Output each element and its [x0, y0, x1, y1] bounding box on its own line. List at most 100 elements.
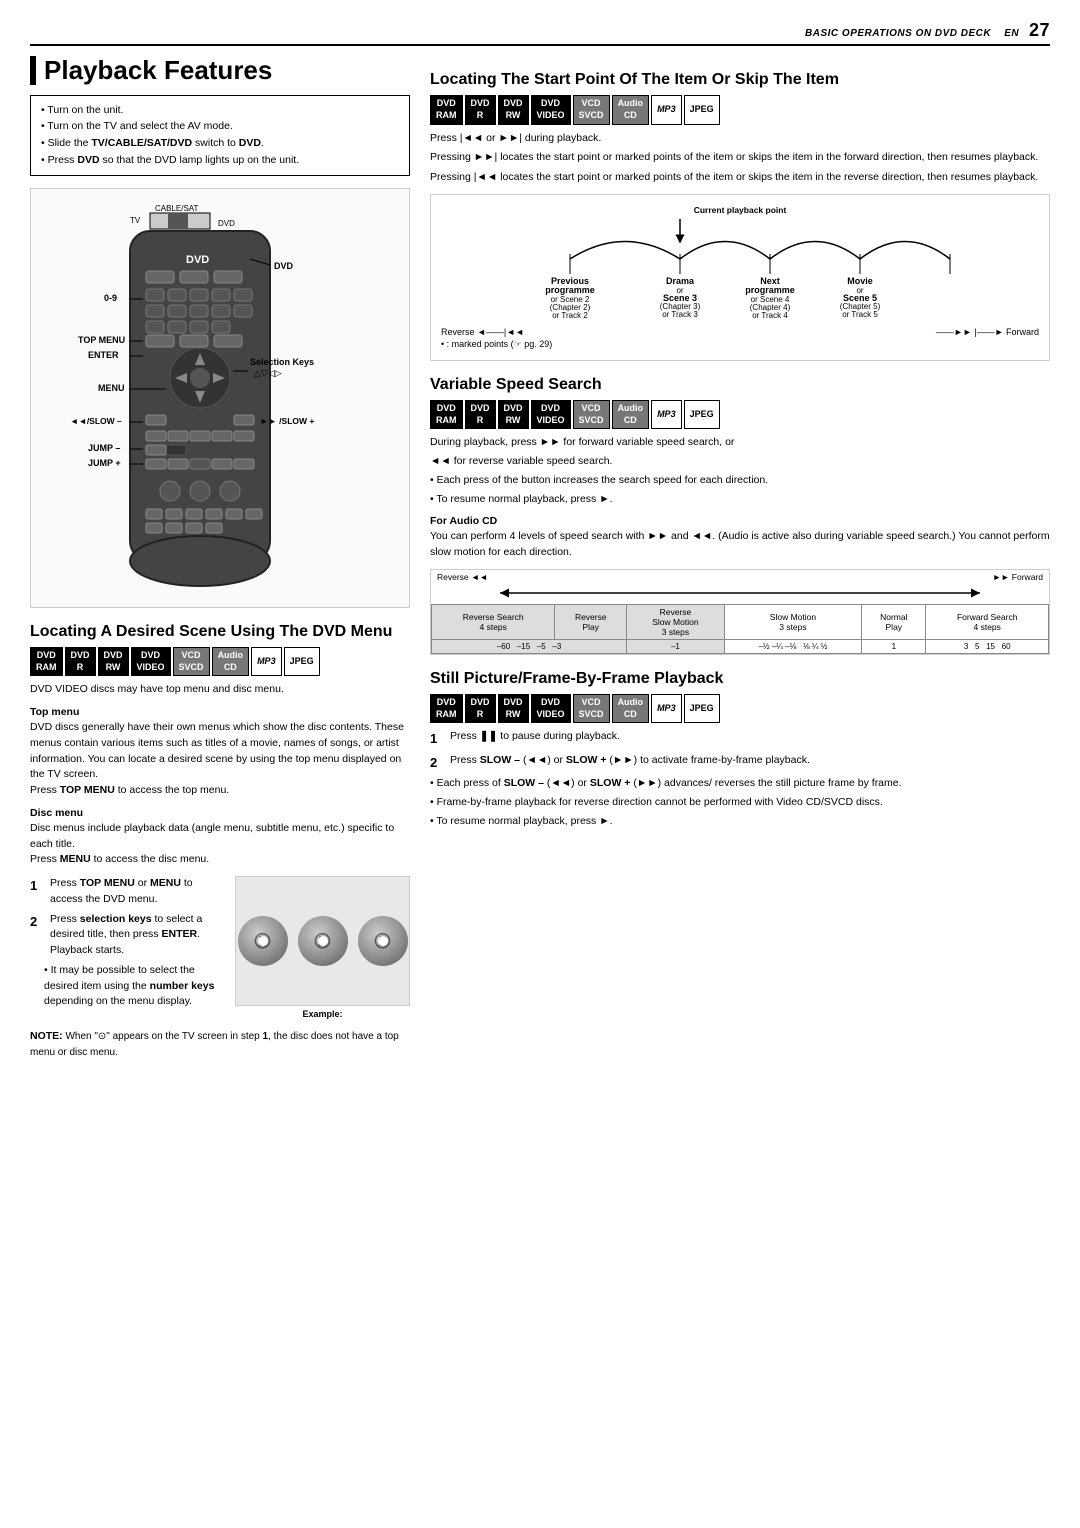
- vs-badge-dvd-video: DVDVIDEO: [531, 400, 571, 429]
- speed-forward-label: ►► Forward: [993, 572, 1043, 582]
- badge-mp3: MP3: [251, 647, 282, 676]
- header-bar: BASIC OPERATIONS ON DVD DECK EN 27: [30, 20, 1050, 46]
- steps-text: 1 Press TOP MENU or MENU to access the D…: [30, 876, 225, 1014]
- speed-reverse-label: Reverse ◄◄: [437, 572, 488, 582]
- locating-start-press: Press |◄◄ or ►►| during playback.: [430, 131, 1050, 147]
- badge-vcd-svcd: VCDSVCD: [173, 647, 210, 676]
- ls-badge-mp3: MP3: [651, 95, 682, 124]
- locating-start-title: Locating The Start Point Of The Item Or …: [430, 70, 1050, 89]
- vs-badge-dvd-ram: DVDRAM: [430, 400, 463, 429]
- svg-text:CABLE/SAT: CABLE/SAT: [155, 204, 199, 213]
- intro-item-4: Press DVD so that the DVD lamp lights up…: [41, 152, 399, 169]
- svg-text:DVD: DVD: [186, 254, 209, 266]
- vs-badge-dvd-r: DVDR: [465, 400, 496, 429]
- disc-2: ②: [298, 916, 348, 966]
- variable-speed-title: Variable Speed Search: [430, 375, 1050, 394]
- svg-text:DVD: DVD: [274, 261, 294, 271]
- disc-menu-text: Disc menus include playback data (angle …: [30, 821, 410, 868]
- intro-box: Turn on the unit. Turn on the TV and sel…: [30, 95, 410, 176]
- bullet-number-keys: • It may be possible to select the desir…: [30, 963, 225, 1010]
- svg-text:or Track 3: or Track 3: [662, 310, 698, 319]
- sp-badge-dvd-video: DVDVIDEO: [531, 694, 571, 723]
- header-lang: EN: [1004, 28, 1019, 39]
- svg-text:◄◄/SLOW –: ◄◄/SLOW –: [70, 416, 122, 426]
- example-image: ① ② ③: [235, 876, 410, 1006]
- sp-badge-jpeg: JPEG: [684, 694, 720, 723]
- badge-dvd-ram: DVDRAM: [30, 647, 63, 676]
- note-text: When "⊙" appears on the TV screen in ste…: [30, 1031, 399, 1058]
- vs-bullet-3: Each press of the button increases the s…: [430, 473, 1050, 489]
- badge-audio-cd: AudioCD: [212, 647, 250, 676]
- step-2: 2 Press selection keys to select a desir…: [30, 912, 225, 959]
- speed-table: Reverse Search4 steps ReversePlay Revers…: [431, 604, 1049, 654]
- speed-num-frac: –½ –¼ –⅛ ⅛ ¼ ½: [724, 639, 861, 653]
- locating-scene-intro: DVD VIDEO discs may have top menu and di…: [30, 682, 410, 698]
- svg-text:TV: TV: [130, 216, 141, 225]
- sp-badge-audio-cd: AudioCD: [612, 694, 650, 723]
- current-playback-label: Current playback point: [441, 205, 1039, 215]
- svg-text:ENTER: ENTER: [88, 350, 119, 360]
- ls-badge-dvd-video: DVDVIDEO: [531, 95, 571, 124]
- speed-cell-rp: ReversePlay: [555, 604, 627, 639]
- top-menu-text: DVD discs generally have their own menus…: [30, 720, 410, 799]
- ls-badge-dvd-ram: DVDRAM: [430, 95, 463, 124]
- vs-badge-vcd-svcd: VCDSVCD: [573, 400, 610, 429]
- svg-text:Drama: Drama: [666, 276, 695, 286]
- step-2-num: 2: [30, 912, 44, 959]
- disc-1: ①: [238, 916, 288, 966]
- sp-badge-mp3: MP3: [651, 694, 682, 723]
- speed-num-neg2: –1: [627, 639, 725, 653]
- step-1-text: Press TOP MENU or MENU to access the DVD…: [50, 876, 225, 908]
- left-column: Playback Features Turn on the unit. Turn…: [30, 56, 410, 1074]
- vs-body-text: During playback, press ►► for forward va…: [430, 435, 1050, 507]
- svg-text:or Track 2: or Track 2: [552, 311, 588, 319]
- vs-badge-audio-cd: AudioCD: [612, 400, 650, 429]
- disc-examples: ① ② ③: [236, 877, 409, 1005]
- forward-label: ——►► |——► Forward: [936, 327, 1039, 337]
- vs-badges: DVDRAM DVDR DVDRW DVDVIDEO VCDSVCD Audio…: [430, 400, 1050, 429]
- sp-step-2-num: 2: [430, 753, 444, 773]
- locating-start-bullet-2: Pressing |◄◄ locates the start point or …: [430, 170, 1050, 186]
- vs-bullet-2: ◄◄ for reverse variable speed search.: [430, 454, 1050, 470]
- ls-badge-audio-cd: AudioCD: [612, 95, 650, 124]
- svg-text:programme: programme: [745, 285, 795, 295]
- intro-item-3: Slide the TV/CABLE/SAT/DVD switch to DVD…: [41, 135, 399, 152]
- speed-num-one: 1: [862, 639, 926, 653]
- reverse-forward-row: Reverse ◄——|◄◄ ——►► |——► Forward: [441, 327, 1039, 337]
- sp-step-2-text: Press SLOW – (◄◄) or SLOW + (►►) to acti…: [450, 753, 810, 773]
- badge-dvd-video: DVDVIDEO: [131, 647, 171, 676]
- sp-step-1: 1 Press ❚❚ to pause during playback.: [430, 729, 1050, 749]
- top-menu-heading: Top menu: [30, 706, 410, 718]
- example-image-area: ① ② ③ Example:: [235, 876, 410, 1019]
- page-number: 27: [1029, 20, 1050, 40]
- sp-bullets: Each press of SLOW – (◄◄) or SLOW + (►►)…: [430, 776, 1050, 829]
- remote-diagram: CABLE/SAT TV DVD DVD DVD 0-9: [30, 188, 410, 608]
- marked-note: • : marked points (☞ pg. 29): [441, 339, 1039, 350]
- locate-diagram: Current playback point: [430, 194, 1050, 361]
- speed-num-neg: –60 –15 –5 –3: [432, 639, 627, 653]
- reverse-label: Reverse ◄——|◄◄: [441, 327, 524, 337]
- disc-2-wrap: ②: [298, 916, 348, 966]
- svg-text:JUMP –: JUMP –: [88, 443, 120, 453]
- badge-dvd-rw: DVDRW: [98, 647, 129, 676]
- locating-start-bullet-1: Pressing ►►| locates the start point or …: [430, 150, 1050, 166]
- still-picture-section: Still Picture/Frame-By-Frame Playback DV…: [430, 669, 1050, 830]
- locating-scene-title: Locating A Desired Scene Using The DVD M…: [30, 622, 410, 641]
- speed-arrow-svg: [431, 584, 1049, 602]
- vs-bullet-4: To resume normal playback, press ►.: [430, 492, 1050, 508]
- sp-badge-dvd-ram: DVDRAM: [430, 694, 463, 723]
- vs-bullet-1: During playback, press ►► for forward va…: [430, 435, 1050, 451]
- locating-scene-section: Locating A Desired Scene Using The DVD M…: [30, 622, 410, 1060]
- speed-cell-rs: Reverse Search4 steps: [432, 604, 555, 639]
- note-box: NOTE: When "⊙" appears on the TV screen …: [30, 1029, 410, 1060]
- main-layout: Playback Features Turn on the unit. Turn…: [30, 56, 1050, 1074]
- svg-text:JUMP +: JUMP +: [88, 458, 121, 468]
- example-area: 1 Press TOP MENU or MENU to access the D…: [30, 876, 410, 1019]
- svg-text:or Track 4: or Track 4: [752, 311, 788, 319]
- speed-diagram: Reverse ◄◄ ►► Forward: [430, 569, 1050, 655]
- svg-text:DVD: DVD: [218, 219, 235, 228]
- speed-cell-rsm: ReverseSlow Motion3 steps: [627, 604, 725, 639]
- for-audio-cd-text: You can perform 4 levels of speed search…: [430, 529, 1050, 561]
- locate-arcs-svg: Previous programme or Scene 2 (Chapter 2…: [441, 219, 1039, 319]
- page-title: Playback Features: [30, 56, 410, 85]
